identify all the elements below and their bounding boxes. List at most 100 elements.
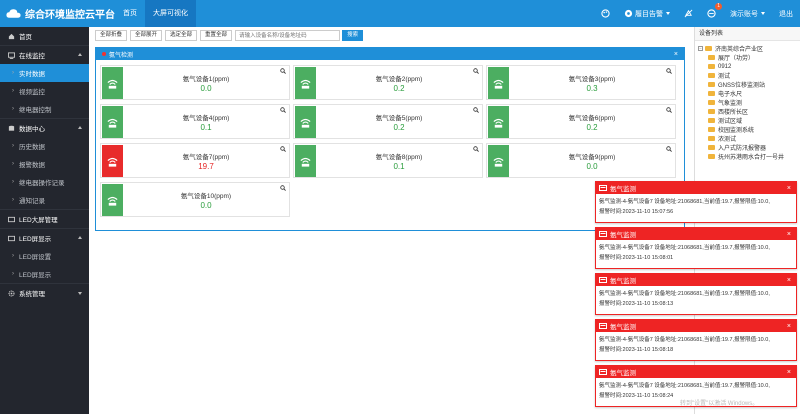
nav-home[interactable]: 首页 xyxy=(115,0,145,27)
tree-item[interactable]: 气象监测 xyxy=(695,98,800,107)
device-card[interactable]: 氨气设备3(ppm) 0.3 xyxy=(486,65,676,100)
skin-button[interactable] xyxy=(594,0,617,27)
device-value: 0.2 xyxy=(393,123,405,132)
folder-icon xyxy=(708,127,715,132)
app-logo[interactable]: 综合环境监控云平台 xyxy=(0,0,115,27)
folder-icon xyxy=(705,46,712,51)
sidebar-item-notify-log[interactable]: › 通知记录 xyxy=(0,191,89,209)
device-card[interactable]: 氨气设备4(ppm) 0.1 xyxy=(100,104,290,139)
sidebar-item-home[interactable]: 首页 xyxy=(0,27,89,45)
palette-icon xyxy=(601,9,610,18)
alarm-body: 氨气监测-4-氨气设备7 设备地址:21068681,当前值:19.7,报警限值… xyxy=(596,240,796,263)
search-icon[interactable] xyxy=(280,146,286,152)
alarm-header: 氨气监测 × xyxy=(596,228,796,240)
select-all-button[interactable]: 选定全部 xyxy=(165,30,198,41)
folder-icon xyxy=(708,55,715,60)
tree-item[interactable]: 校园监测系统 xyxy=(695,125,800,134)
folder-icon xyxy=(708,154,715,159)
tree-item[interactable]: 0912 xyxy=(695,62,800,71)
search-icon[interactable] xyxy=(280,185,286,191)
alarm-detail: 氨气监测-4-氨气设备7 设备地址:21068681,当前值:19.7,报警限值… xyxy=(599,199,770,205)
alarm-detail: 氨气监测-4-氨气设备7 设备地址:21068681,当前值:19.7,报警限值… xyxy=(599,291,770,297)
mute-icon xyxy=(684,9,693,18)
tree-item[interactable]: 抚州苏港雨水合打一号井 xyxy=(695,152,800,161)
sidebar-item-relay-control[interactable]: › 继电器控制 xyxy=(0,100,89,118)
top-bar: 综合环境监控云平台 首页 大屏可视化 履目告警 1 演示账号 退出 xyxy=(0,0,800,27)
tree-root[interactable]: − 济南英综合产业区 xyxy=(695,44,800,53)
close-icon[interactable]: × xyxy=(787,277,791,284)
alarm-time: 报警时间:2023-11-10 15:08:13 xyxy=(599,301,674,307)
notification-button[interactable]: 1 xyxy=(700,0,723,27)
search-icon[interactable] xyxy=(473,68,479,74)
tree-item[interactable]: 测试区域 xyxy=(695,116,800,125)
device-card[interactable]: 氨气设备5(ppm) 0.2 xyxy=(293,104,483,139)
folder-icon xyxy=(708,118,715,123)
database-icon xyxy=(8,125,15,131)
user-menu[interactable]: 演示账号 xyxy=(723,0,772,27)
expand-all-button[interactable]: 全部展开 xyxy=(130,30,163,41)
alarm-menu[interactable]: 履目告警 xyxy=(617,0,677,27)
chevron-down-icon xyxy=(761,12,765,15)
sidebar-item-alarm-data[interactable]: › 报警数据 xyxy=(0,155,89,173)
search-icon[interactable] xyxy=(666,107,672,113)
logout-button[interactable]: 退出 xyxy=(772,0,800,27)
collapse-icon[interactable]: − xyxy=(698,46,703,51)
device-card[interactable]: 氨气设备6(ppm) 0.2 xyxy=(486,104,676,139)
tree-item[interactable]: 西楼所长区 xyxy=(695,107,800,116)
device-value: 0.3 xyxy=(586,84,598,93)
alarm-body: 氨气监测-4-氨气设备7 设备地址:21068681,当前值:19.7,报警限值… xyxy=(596,286,796,309)
close-icon[interactable]: × xyxy=(787,185,791,192)
tree-item[interactable]: 展厅（功劳） xyxy=(695,53,800,62)
led-icon xyxy=(8,235,15,241)
close-icon[interactable]: × xyxy=(674,51,678,58)
sidebar-item-data-center[interactable]: 数据中心 xyxy=(0,119,89,137)
sidebar-item-relay-log[interactable]: › 继电器操作记录 xyxy=(0,173,89,191)
mute-button[interactable] xyxy=(677,0,700,27)
sidebar-item-led-settings[interactable]: › LED屏设置 xyxy=(0,247,89,265)
tree-item[interactable]: 测试 xyxy=(695,71,800,80)
close-icon[interactable]: × xyxy=(787,231,791,238)
device-name: 氨气设备10(ppm) xyxy=(180,193,232,200)
sidebar-item-led-show[interactable]: › LED屏显示 xyxy=(0,265,89,283)
nav-big-screen[interactable]: 大屏可视化 xyxy=(145,0,196,27)
search-input[interactable] xyxy=(235,30,341,41)
reset-all-button[interactable]: 重置全部 xyxy=(200,30,233,41)
device-card[interactable]: 氨气设备1(ppm) 0.0 xyxy=(100,65,290,100)
close-icon[interactable]: × xyxy=(787,369,791,376)
sidebar-item-history-data[interactable]: › 历史数据 xyxy=(0,137,89,155)
collapse-all-button[interactable]: 全部折叠 xyxy=(95,30,128,41)
device-card[interactable]: 氨气设备9(ppm) 0.0 xyxy=(486,143,676,178)
tree-item[interactable]: GNSS位移监测站 xyxy=(695,80,800,89)
app-title: 综合环境监控云平台 xyxy=(25,10,115,21)
tree-item[interactable]: 电子水尺 xyxy=(695,89,800,98)
search-icon[interactable] xyxy=(280,107,286,113)
sidebar-item-system[interactable]: 系统管理 xyxy=(0,284,89,302)
close-icon[interactable]: × xyxy=(787,323,791,330)
search-icon[interactable] xyxy=(666,146,672,152)
search-button[interactable]: 搜索 xyxy=(342,30,364,41)
device-card[interactable]: 氨气设备8(ppm) 0.1 xyxy=(293,143,483,178)
alarm-body: 氨气监测-4-氨气设备7 设备地址:21068681,当前值:19.7,报警限值… xyxy=(596,194,796,217)
search-icon[interactable] xyxy=(473,146,479,152)
device-name: 氨气设备2(ppm) xyxy=(375,76,423,83)
search-icon[interactable] xyxy=(473,107,479,113)
folder-icon xyxy=(708,100,715,105)
sidebar-item-online-monitor[interactable]: 在线监控 xyxy=(0,46,89,64)
sidebar-item-led-manage[interactable]: LED大屏管理 xyxy=(0,210,89,228)
chevron-right-icon: › xyxy=(12,271,14,277)
device-name: 氨气设备6(ppm) xyxy=(568,115,616,122)
device-card[interactable]: 氨气设备10(ppm) 0.0 xyxy=(100,182,290,217)
alarm-title: 氨气监测 xyxy=(610,324,636,331)
search-icon[interactable] xyxy=(280,68,286,74)
folder-icon xyxy=(708,136,715,141)
search-icon[interactable] xyxy=(666,68,672,74)
tree-item[interactable]: 入户式防汛报警器 xyxy=(695,143,800,152)
tree-item[interactable]: 浓测试 xyxy=(695,134,800,143)
sidebar-item-video-monitor[interactable]: › 视频监控 xyxy=(0,82,89,100)
device-card[interactable]: 氨气设备2(ppm) 0.2 xyxy=(293,65,483,100)
sidebar-item-realtime-data[interactable]: › 实时数据 xyxy=(0,64,89,82)
gear-icon xyxy=(8,289,15,297)
device-card[interactable]: 氨气设备7(ppm) 19.7 xyxy=(100,143,290,178)
sidebar-item-led-display[interactable]: LED屏显示 xyxy=(0,229,89,247)
device-name: 氨气设备1(ppm) xyxy=(182,76,230,83)
